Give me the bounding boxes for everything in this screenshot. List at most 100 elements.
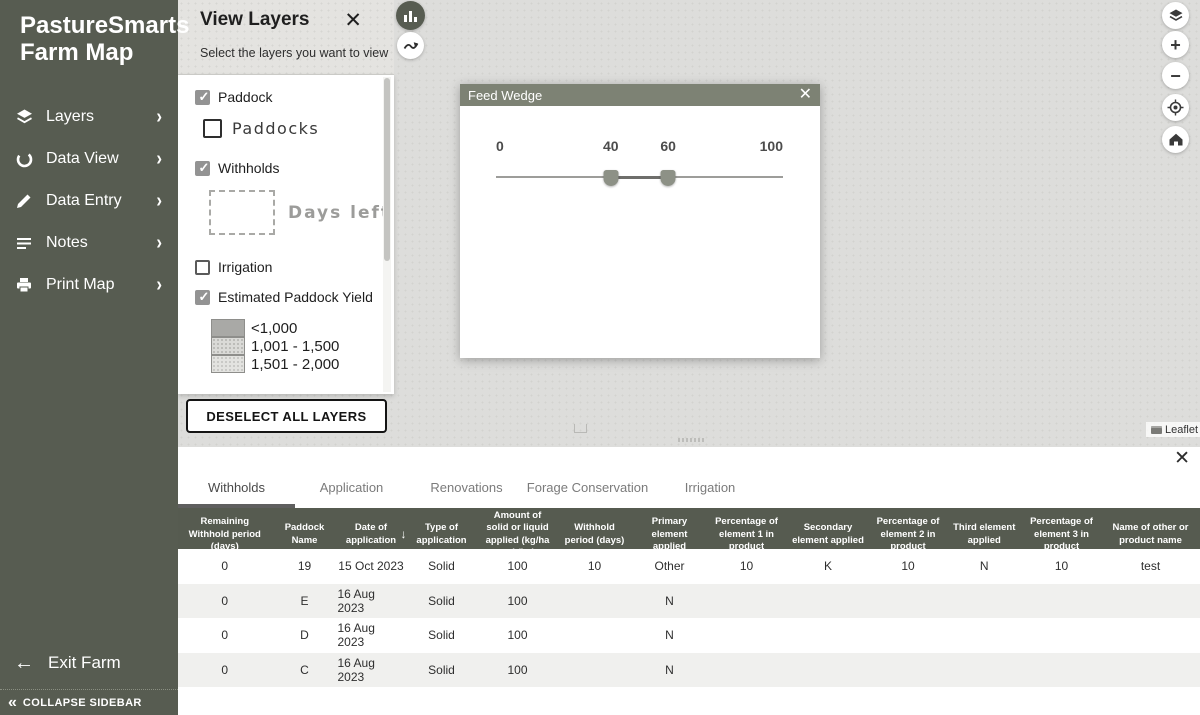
table-cell [947, 653, 1023, 688]
locate-button[interactable] [1162, 94, 1189, 121]
home-button[interactable] [1162, 126, 1189, 153]
chevron-right-icon: › [156, 273, 162, 297]
paddocks-label: Paddocks [232, 119, 319, 138]
legend-label: 1,501 - 2,000 [251, 356, 339, 373]
close-icon[interactable]: ✕ [344, 10, 362, 31]
bar-chart-icon [403, 9, 418, 23]
column-header[interactable]: Name of other or product name [1101, 508, 1200, 561]
column-header[interactable]: Percentage of element 3 in product [1022, 508, 1101, 561]
scrollbar-thumb[interactable] [384, 78, 390, 261]
table-cell: 16 Aug 2023 [338, 618, 405, 653]
table-cell: 100 [479, 584, 557, 619]
chevron-right-icon: › [156, 189, 162, 213]
table-cell [947, 618, 1023, 653]
estimated-paddock-yield-checkbox[interactable] [195, 290, 210, 305]
column-header[interactable]: Primary element applied [633, 508, 707, 561]
paddock-checkbox[interactable] [195, 90, 210, 105]
column-header[interactable]: Type of application [405, 508, 479, 561]
table-cell [787, 618, 870, 653]
table-cell [557, 653, 633, 688]
bottom-panel-drag-handle[interactable] [678, 438, 706, 442]
sidebar-item-data-entry[interactable]: Data Entry › [0, 180, 178, 222]
table-cell [787, 653, 870, 688]
table-cell [870, 653, 947, 688]
tab-renovations[interactable]: Renovations [408, 471, 525, 508]
feed-wedge-header[interactable]: Feed Wedge ✕ [460, 84, 820, 106]
tab-irrigation[interactable]: Irrigation [650, 471, 770, 508]
deselect-all-layers-button[interactable]: DESELECT ALL LAYERS [186, 399, 387, 433]
sidebar-item-notes[interactable]: Notes › [0, 222, 178, 264]
irrigation-checkbox[interactable] [195, 260, 210, 275]
tab-forage-conservation[interactable]: Forage Conservation [525, 471, 650, 508]
chevron-right-icon: › [156, 105, 162, 129]
yield-legend: <1,000 1,001 - 1,500 1,501 - 2,000 [211, 319, 394, 373]
column-header[interactable]: Percentage of element 2 in product [870, 508, 947, 561]
table-row[interactable]: 0C16 Aug 2023Solid100N [178, 653, 1200, 688]
double-chevron-left-icon: « [8, 695, 17, 711]
attribution-text[interactable]: Leaflet [1165, 424, 1198, 436]
table-cell [1022, 653, 1101, 688]
layers-icon [14, 107, 34, 127]
slider-handle-lower[interactable] [603, 170, 618, 186]
irrigation-label: Irrigation [218, 259, 272, 275]
trend-chart-button[interactable] [397, 32, 424, 59]
legend-item: 1,001 - 1,500 [211, 337, 394, 355]
collapse-sidebar-button[interactable]: « COLLAPSE SIDEBAR [0, 689, 178, 715]
printer-icon [14, 275, 34, 295]
table-cell: C [272, 653, 338, 688]
layer-option-withholds[interactable]: Withholds [195, 160, 394, 176]
plus-icon: + [1170, 36, 1181, 54]
column-header[interactable]: Percentage of element 1 in product [707, 508, 787, 561]
leaflet-logo-icon [1151, 426, 1162, 434]
slider-handle-upper[interactable] [661, 170, 676, 186]
days-left-label: Days left [288, 203, 391, 223]
column-header[interactable]: Withhold period (days) [557, 508, 633, 561]
chevron-right-icon: › [156, 147, 162, 171]
view-layers-header: View Layers ✕ Select the layers you want… [178, 0, 394, 75]
table-cell: 0 [178, 584, 272, 619]
map-layers-button[interactable] [1162, 2, 1189, 29]
withholds-checkbox[interactable] [195, 161, 210, 176]
table-row[interactable]: 0D16 Aug 2023Solid100N [178, 618, 1200, 653]
table-row[interactable]: 0E16 Aug 2023Solid100N [178, 584, 1200, 619]
panel-scrollbar[interactable] [383, 77, 391, 392]
column-header[interactable]: Secondary element applied [787, 508, 870, 561]
layers-icon [1168, 8, 1184, 24]
minus-icon: − [1170, 67, 1181, 85]
column-header[interactable]: Remaining Withhold period (days) [178, 508, 272, 561]
table-cell [1101, 618, 1200, 653]
layer-option-paddock[interactable]: Paddock [195, 89, 394, 105]
column-header[interactable]: Third element applied [947, 508, 1023, 561]
exit-farm-button[interactable]: ← Exit Farm [0, 648, 178, 678]
column-header[interactable]: Amount of solid or liquid applied (kg/ha… [479, 508, 557, 561]
notes-icon [14, 233, 34, 253]
layer-option-irrigation[interactable]: Irrigation [195, 259, 394, 275]
zoom-out-button[interactable]: − [1162, 62, 1189, 89]
zoom-in-button[interactable]: + [1162, 31, 1189, 58]
tab-withholds[interactable]: Withholds [178, 471, 295, 508]
legend-label: <1,000 [251, 320, 297, 337]
slider-range [611, 176, 668, 179]
close-icon[interactable]: ✕ [1174, 449, 1190, 468]
sidebar-item-print-map[interactable]: Print Map › [0, 264, 178, 306]
sidebar-item-layers[interactable]: Layers › [0, 96, 178, 138]
estimated-paddock-yield-label: Estimated Paddock Yield [218, 289, 373, 305]
table-cell [557, 584, 633, 619]
table-cell: N [633, 618, 707, 653]
pencil-icon [14, 191, 34, 211]
column-header[interactable]: Date of application↓ [338, 508, 405, 561]
close-icon[interactable]: ✕ [799, 87, 812, 103]
layer-option-estimated-paddock-yield[interactable]: Estimated Paddock Yield [195, 289, 394, 305]
tab-application[interactable]: Application [295, 471, 408, 508]
trend-chart-icon [403, 39, 419, 52]
column-header[interactable]: Paddock Name [272, 508, 338, 561]
table-body: 01915 Oct 2023Solid10010Other10K10N10tes… [178, 549, 1200, 687]
layer-option-paddocks[interactable]: Paddocks [203, 119, 394, 138]
bar-chart-button[interactable] [396, 1, 425, 30]
sidebar-item-data-view[interactable]: Data View › [0, 138, 178, 180]
table-cell: 100 [479, 618, 557, 653]
table-cell: Solid [405, 618, 479, 653]
withholds-label: Withholds [218, 160, 279, 176]
table-cell [1022, 618, 1101, 653]
paddocks-checkbox[interactable] [203, 119, 222, 138]
